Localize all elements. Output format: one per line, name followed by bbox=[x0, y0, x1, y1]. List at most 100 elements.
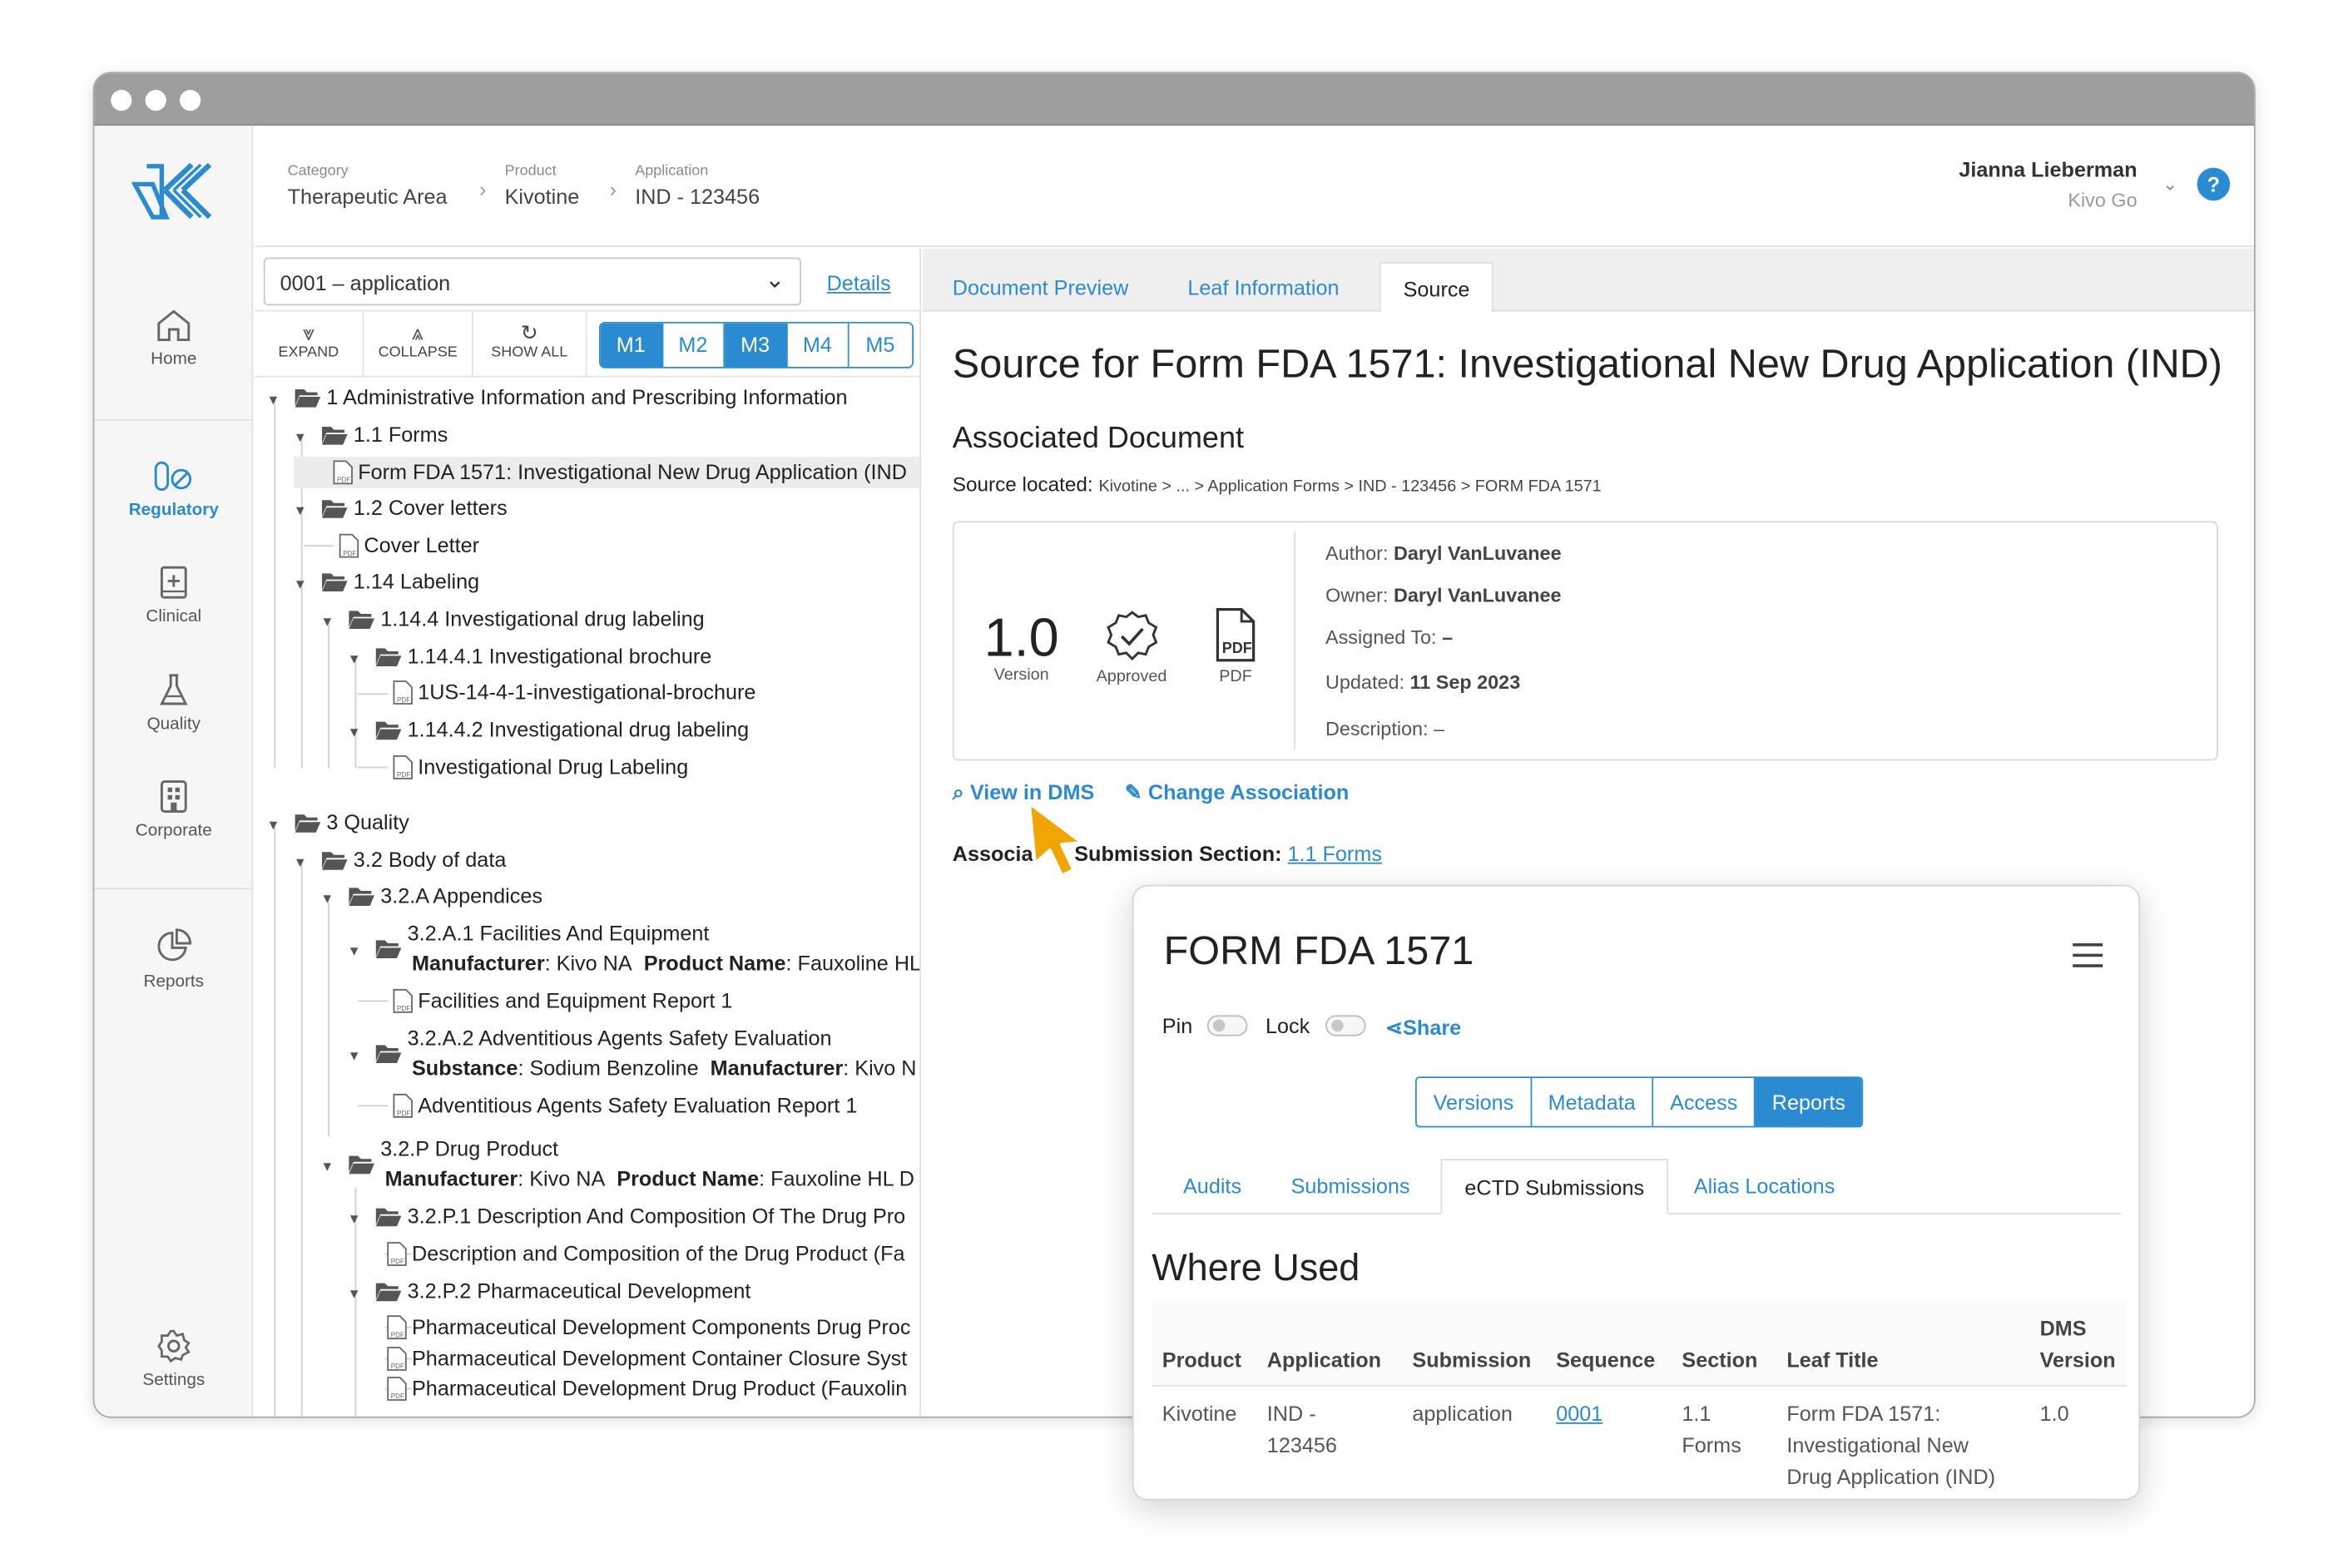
show-all-label: SHOW ALL bbox=[491, 344, 568, 361]
details-link[interactable]: Details bbox=[827, 271, 891, 295]
tree-node-document[interactable]: PDF Pharmaceutical Development Drug Produ… bbox=[386, 1374, 907, 1401]
sidebar-item-corporate[interactable]: Corporate bbox=[94, 779, 253, 840]
tree-node-folder[interactable]: ▼ 3.2.A.2 Adventitious Agents Safety Eval… bbox=[348, 1024, 832, 1063]
module-m5-button[interactable]: M5 bbox=[849, 323, 912, 367]
column-header-sequence[interactable]: Sequence bbox=[1556, 1344, 1655, 1376]
share-button[interactable]: ⋖Share bbox=[1385, 1015, 1461, 1041]
tree-node-folder[interactable]: ▼ 1.14.4.2 Investigational drug labeling bbox=[348, 715, 750, 745]
window-close-dot[interactable] bbox=[111, 90, 132, 111]
pin-toggle[interactable]: Pin bbox=[1162, 1014, 1248, 1037]
tree-node-document[interactable]: PDF Facilities and Equipment Report 1 bbox=[393, 987, 733, 1013]
column-header-dms-version[interactable]: DMS Version bbox=[2040, 1313, 2127, 1377]
lock-switch[interactable] bbox=[1325, 1015, 1365, 1036]
change-association-link[interactable]: ✎ Change Association bbox=[1125, 780, 1349, 806]
tree-node-folder[interactable]: ▼ 3.2.A Appendices bbox=[320, 882, 542, 912]
sidebar-item-quality[interactable]: Quality bbox=[94, 672, 253, 734]
versions-button[interactable]: Versions bbox=[1416, 1078, 1532, 1126]
module-m4-button[interactable]: M4 bbox=[786, 323, 850, 367]
caret-down-icon: ▼ bbox=[266, 392, 280, 408]
sidebar-item-reports[interactable]: Reports bbox=[94, 927, 253, 992]
lock-label: Lock bbox=[1266, 1013, 1310, 1038]
column-header-submission[interactable]: Submission bbox=[1412, 1344, 1531, 1376]
show-all-button[interactable]: ↻ SHOW ALL bbox=[473, 311, 587, 376]
tab-audits[interactable]: Audits bbox=[1161, 1159, 1264, 1214]
tree-node-document[interactable]: PDF Description and Composition of the Dr… bbox=[386, 1239, 905, 1266]
sidebar-item-home[interactable]: Home bbox=[94, 307, 253, 369]
window-zoom-dot[interactable] bbox=[180, 90, 201, 111]
attribute-value: : Fauxoline HL D bbox=[759, 1166, 914, 1190]
tree-guide bbox=[358, 693, 389, 695]
tree-node-document[interactable]: PDF Investigational Drug Labeling bbox=[393, 753, 688, 779]
sidebar-item-regulatory[interactable]: Regulatory bbox=[94, 458, 253, 520]
source-located-label: Source located: bbox=[952, 472, 1093, 496]
tree-node-document[interactable]: PDF Form FDA 1571: Investigational New Dr… bbox=[333, 458, 907, 485]
tree-node-document[interactable]: PDF 1US-14-4-1-investigational-brochure bbox=[393, 678, 755, 705]
svg-text:PDF: PDF bbox=[391, 1258, 404, 1265]
breadcrumb-application[interactable]: Application IND - 123456 bbox=[635, 163, 760, 208]
kivo-logo[interactable] bbox=[131, 161, 218, 224]
tree-node-folder[interactable]: ▼ 1 Administrative Information and Prescr… bbox=[266, 383, 847, 413]
lock-toggle[interactable]: Lock bbox=[1266, 1013, 1365, 1038]
tree-node-folder[interactable]: ▼ 1.14.4 Investigational drug labeling bbox=[320, 605, 705, 635]
window-minimize-dot[interactable] bbox=[145, 90, 166, 111]
tree-node-folder[interactable]: ▼ 3.2.P Drug Product bbox=[320, 1135, 558, 1175]
module-m2-button[interactable]: M2 bbox=[662, 323, 726, 367]
tree-node-label: Pharmaceutical Development Components Dr… bbox=[412, 1314, 911, 1339]
collapse-button[interactable]: ⩓ COLLAPSE bbox=[364, 311, 473, 376]
top-header: Category Therapeutic Area › Product Kivo… bbox=[255, 126, 2254, 247]
sequence-link[interactable]: 0001 bbox=[1556, 1402, 1602, 1426]
tree-node-document[interactable]: PDF Adventitious Agents Safety Evaluation… bbox=[393, 1091, 857, 1118]
assigned-label: Assigned To: bbox=[1325, 626, 1437, 649]
tree-node-document[interactable]: PDF Pharmaceutical Development Components… bbox=[386, 1313, 910, 1340]
tab-document-preview[interactable]: Document Preview bbox=[930, 262, 1152, 313]
expand-button[interactable]: ⩔ EXPAND bbox=[255, 311, 364, 376]
column-header-leaf-title[interactable]: Leaf Title bbox=[1786, 1344, 1878, 1376]
user-menu[interactable]: Jianna Lieberman Kivo Go bbox=[1959, 157, 2137, 211]
tree-node-folder[interactable]: ▼ 1.1 Forms bbox=[294, 421, 448, 451]
tree-node-label: 1.14 Labeling bbox=[353, 569, 480, 593]
tree-node-label: 1.14.4.2 Investigational drug labeling bbox=[407, 717, 750, 741]
tree-node-folder[interactable]: ▼ 3.2.P.2 Pharmaceutical Development bbox=[348, 1277, 751, 1307]
tree-node-document[interactable]: PDF Cover Letter bbox=[339, 532, 479, 558]
tree-node-folder[interactable]: ▼ 3 Quality bbox=[266, 809, 409, 838]
tree-node-folder[interactable]: ▼ 1.14 Labeling bbox=[294, 567, 479, 597]
breadcrumb-category[interactable]: Category Therapeutic Area bbox=[288, 163, 448, 208]
hamburger-menu-icon[interactable] bbox=[2073, 943, 2103, 975]
submission-section-link[interactable]: 1.1 Forms bbox=[1287, 842, 1381, 866]
sidebar-item-clinical[interactable]: Clinical bbox=[94, 565, 253, 626]
tree-node-folder[interactable]: ▼ 3.2 Body of data bbox=[294, 846, 507, 876]
tree-guide bbox=[358, 1105, 389, 1107]
breadcrumb-product[interactable]: Product Kivotine bbox=[505, 163, 580, 208]
tree-node-folder[interactable]: ▼ 1.14.4.1 Investigational brochure bbox=[348, 642, 712, 672]
chevron-down-icon[interactable]: ⌄ bbox=[2162, 174, 2177, 195]
tree-node-folder[interactable]: ▼ 1.2 Cover letters bbox=[294, 494, 508, 524]
tree-node-document[interactable]: PDF Pharmaceutical Development Container … bbox=[386, 1344, 907, 1371]
attribute-key: Manufacturer bbox=[412, 951, 545, 975]
column-header-application[interactable]: Application bbox=[1267, 1344, 1381, 1376]
tree-guide bbox=[328, 897, 329, 1137]
pin-switch[interactable] bbox=[1207, 1015, 1248, 1036]
share-icon: ⋖ bbox=[1385, 1015, 1404, 1040]
tab-alias-locations[interactable]: Alias Locations bbox=[1672, 1159, 1858, 1214]
help-button[interactable]: ? bbox=[2197, 167, 2231, 201]
application-select[interactable]: 0001 – application ⌄ bbox=[263, 257, 801, 306]
caret-down-icon: ▼ bbox=[347, 651, 361, 666]
module-m3-button[interactable]: M3 bbox=[725, 323, 787, 367]
column-header-product[interactable]: Product bbox=[1162, 1344, 1241, 1376]
tree-node-label: Facilities and Equipment Report 1 bbox=[418, 988, 733, 1012]
tab-ectd-submissions[interactable]: eCTD Submissions bbox=[1440, 1159, 1668, 1214]
tab-submissions[interactable]: Submissions bbox=[1269, 1159, 1433, 1214]
reports-button[interactable]: Reports bbox=[1755, 1078, 1862, 1126]
gear-icon bbox=[157, 1329, 191, 1363]
access-button[interactable]: Access bbox=[1653, 1078, 1756, 1126]
source-path: Kivotine > ... > Application Forms > IND… bbox=[1098, 477, 1602, 496]
tree-node-folder[interactable]: ▼ 3.2.A.1 Facilities And Equipment bbox=[348, 919, 709, 958]
module-m1-button[interactable]: M1 bbox=[600, 323, 663, 367]
metadata-button[interactable]: Metadata bbox=[1531, 1078, 1654, 1126]
tab-leaf-information[interactable]: Leaf Information bbox=[1165, 262, 1361, 313]
column-header-section[interactable]: Section bbox=[1682, 1344, 1757, 1376]
sidebar-item-settings[interactable]: Settings bbox=[94, 1328, 253, 1389]
tree-node-folder[interactable]: ▼ 3.2.P.1 Description And Composition Of … bbox=[348, 1202, 906, 1232]
approved-status: Approved bbox=[1097, 610, 1167, 685]
tab-source[interactable]: Source bbox=[1379, 262, 1494, 314]
